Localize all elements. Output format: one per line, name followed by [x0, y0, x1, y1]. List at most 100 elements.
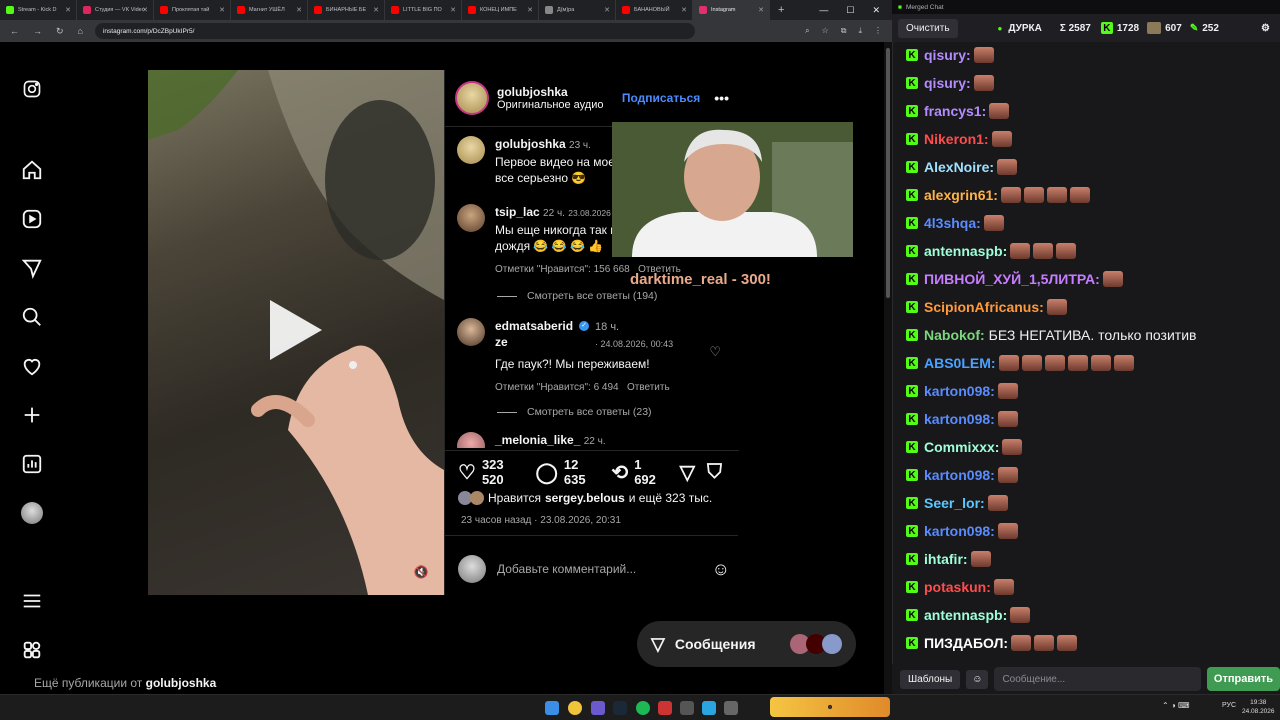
- new-tab-button[interactable]: +: [778, 4, 784, 16]
- spotify-icon[interactable]: [636, 701, 650, 715]
- comment-avatar[interactable]: [457, 318, 485, 346]
- discord-icon[interactable]: [591, 701, 605, 715]
- browser-tab[interactable]: Студия — VK Video ✕: [77, 0, 154, 20]
- chat-username[interactable]: karton098:: [924, 411, 995, 427]
- maximize-icon[interactable]: ☐: [846, 5, 854, 16]
- tab-close-icon[interactable]: ✕: [527, 6, 533, 14]
- close-icon[interactable]: ✕: [872, 5, 880, 16]
- dashboard-icon[interactable]: [20, 452, 44, 476]
- messages-button[interactable]: ▽ Сообщения: [637, 621, 856, 667]
- download-icon[interactable]: ⤓: [858, 26, 862, 36]
- chat-username[interactable]: ПИЗДАБОЛ:: [924, 635, 1008, 651]
- chat-username[interactable]: Commixxx:: [924, 439, 999, 455]
- chat-username[interactable]: antennaspb:: [924, 243, 1007, 259]
- obs-icon[interactable]: [658, 701, 672, 715]
- comment-username-line-1[interactable]: edmatsaberid: [495, 319, 573, 333]
- reels-icon[interactable]: [20, 207, 44, 231]
- liked-by-suffix[interactable]: и ещё 323 тыс.: [629, 491, 712, 505]
- caption-username[interactable]: golubjoshka: [495, 137, 566, 151]
- back-icon[interactable]: ←: [10, 26, 19, 37]
- mute-icon[interactable]: 🔇: [412, 563, 430, 581]
- send-button[interactable]: Отправить: [1206, 667, 1280, 691]
- chat-username[interactable]: antennaspb:: [924, 607, 1007, 623]
- chat-username[interactable]: ihtafir:: [924, 551, 968, 567]
- chat-username[interactable]: potaskun:: [924, 579, 991, 595]
- browser-tab[interactable]: LITTLE BIG ПО ✕: [385, 0, 462, 20]
- browser-tab[interactable]: Stream - Kick D ✕: [0, 0, 77, 20]
- threads-apps-icon[interactable]: [20, 638, 44, 662]
- tab-close-icon[interactable]: ✕: [450, 6, 456, 14]
- repost-icon[interactable]: ⟲: [611, 460, 628, 485]
- chat-username[interactable]: Nabokof:: [924, 327, 985, 343]
- post-video[interactable]: 🔇: [148, 70, 444, 595]
- start-icon[interactable]: [545, 701, 559, 715]
- author-avatar[interactable]: [455, 80, 489, 115]
- reply-button[interactable]: Ответить: [627, 382, 670, 393]
- forward-icon[interactable]: →: [33, 26, 42, 37]
- save-icon[interactable]: ⛉: [707, 461, 722, 484]
- browser-tab[interactable]: БАНАНОВЫЙ ✕: [616, 0, 693, 20]
- more-options-icon[interactable]: •••: [714, 90, 729, 106]
- app-icon[interactable]: [724, 701, 738, 715]
- tab-close-icon[interactable]: ✕: [219, 6, 225, 14]
- page-scrollbar-thumb[interactable]: [886, 48, 890, 298]
- tab-close-icon[interactable]: ✕: [758, 6, 764, 14]
- tab-close-icon[interactable]: ✕: [65, 6, 71, 14]
- minimize-icon[interactable]: —: [819, 5, 828, 15]
- chat-username[interactable]: karton098:: [924, 523, 995, 539]
- heart-icon[interactable]: [20, 354, 44, 378]
- comment-avatar[interactable]: [457, 432, 485, 448]
- create-icon[interactable]: [20, 403, 44, 427]
- play-icon[interactable]: [270, 300, 322, 360]
- browser-tab[interactable]: КОНЕЦ ИМПЕ ✕: [462, 0, 539, 20]
- browser-tab[interactable]: Instagram ✕: [693, 0, 770, 20]
- tab-close-icon[interactable]: ✕: [373, 6, 379, 14]
- liked-by-user[interactable]: sergey.belous: [545, 491, 625, 505]
- reload-icon[interactable]: ↻: [56, 26, 64, 37]
- comment-username-line-2[interactable]: ze: [495, 335, 508, 349]
- chat-username[interactable]: ScipionAfricanus:: [924, 299, 1044, 315]
- steam-icon[interactable]: [613, 701, 627, 715]
- more-menu-icon[interactable]: [20, 589, 44, 613]
- comment-username[interactable]: tsip_lac: [495, 205, 540, 219]
- comment-avatar[interactable]: [457, 204, 485, 232]
- comment-icon[interactable]: ◯: [536, 460, 558, 485]
- chat-username[interactable]: qisury:: [924, 47, 971, 63]
- audio-label[interactable]: Оригинальное аудио: [497, 99, 604, 111]
- chat-username[interactable]: Nikeron1:: [924, 131, 989, 147]
- direct-icon[interactable]: [20, 256, 44, 280]
- chat-username[interactable]: 4l3shqa:: [924, 215, 981, 231]
- chat-username[interactable]: francys1:: [924, 103, 986, 119]
- chat-username[interactable]: karton098:: [924, 467, 995, 483]
- menu-icon[interactable]: ⋮: [874, 26, 882, 36]
- chat-username[interactable]: AlexNoire:: [924, 159, 994, 175]
- chat-username[interactable]: alexgrin61:: [924, 187, 998, 203]
- chat-username[interactable]: ABS0LEM:: [924, 355, 996, 371]
- caption-avatar[interactable]: [457, 136, 485, 164]
- chat-username[interactable]: ПИВНОЙ_ХУЙ_1,5ЛИТРА:: [924, 271, 1100, 287]
- view-replies-button[interactable]: Смотреть все ответы (194): [497, 290, 657, 302]
- comment-likes[interactable]: Отметки "Нравится": 156 668: [495, 264, 630, 275]
- home-icon[interactable]: [20, 158, 44, 182]
- url-field[interactable]: instagram.com/p/DcZBpUkIPr5/: [94, 23, 695, 39]
- like-icon[interactable]: ♡: [458, 460, 476, 485]
- comment-likes[interactable]: Отметки "Нравится": 6 494: [495, 382, 619, 393]
- instagram-logo-icon[interactable]: [20, 77, 44, 101]
- browser-tab[interactable]: БИНАРНЫЕ БЕ ✕: [308, 0, 385, 20]
- clock[interactable]: 19:38 24.08.2026: [1242, 698, 1275, 716]
- browser-tab[interactable]: Магнит УШЁЛ ✕: [231, 0, 308, 20]
- search-icon[interactable]: [20, 305, 44, 329]
- settings-icon[interactable]: ⚙: [1261, 23, 1270, 34]
- comment-username[interactable]: _melonia_like_: [495, 433, 580, 447]
- view-replies-button[interactable]: Смотреть все ответы (23): [497, 406, 652, 418]
- like-comment-icon[interactable]: ♡: [709, 344, 721, 360]
- author-username[interactable]: golubjoshka: [497, 85, 604, 99]
- follow-button[interactable]: Подписаться: [622, 91, 700, 105]
- chrome-icon[interactable]: [568, 701, 582, 715]
- chat-username[interactable]: Seer_lor:: [924, 495, 985, 511]
- tab-close-icon[interactable]: ✕: [604, 6, 610, 14]
- tab-close-icon[interactable]: ✕: [142, 6, 148, 14]
- browser-tab[interactable]: Проклятая тай ✕: [154, 0, 231, 20]
- chat-username[interactable]: qisury:: [924, 75, 971, 91]
- chat-message-input[interactable]: Сообщение...: [994, 667, 1201, 691]
